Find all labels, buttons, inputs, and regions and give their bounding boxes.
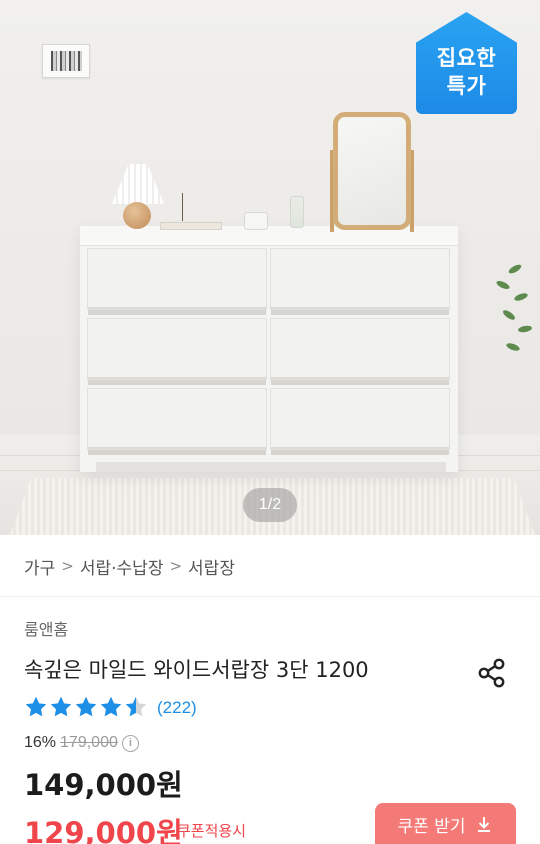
info-icon[interactable]: i bbox=[121, 734, 139, 752]
breadcrumb-item-furniture[interactable]: 가구 bbox=[24, 554, 55, 579]
divider bbox=[0, 596, 540, 597]
lamp bbox=[112, 164, 164, 204]
badge-line-1: 집요한 bbox=[436, 46, 497, 70]
discount-row: 16% 179,000 i bbox=[24, 732, 139, 754]
image-counter: 1/2 bbox=[243, 488, 297, 522]
badge-line-2: 특가 bbox=[446, 74, 487, 98]
wall-frame bbox=[42, 44, 90, 78]
star-icon bbox=[75, 696, 97, 717]
coupon-button-label: 쿠폰 받기 bbox=[397, 816, 466, 837]
rating-stars bbox=[24, 695, 149, 721]
star-icon bbox=[50, 696, 72, 717]
coupon-download-button[interactable]: 쿠폰 받기 bbox=[375, 803, 516, 844]
chevron-right-icon: > bbox=[169, 557, 183, 575]
rating[interactable]: (222) bbox=[24, 694, 197, 722]
star-icon bbox=[125, 696, 147, 717]
product-title: 속깊은 마일드 와이드서랍장 3단 1200 bbox=[24, 658, 369, 682]
plant bbox=[478, 260, 540, 380]
original-price: 179,000 bbox=[60, 734, 118, 751]
star-icon bbox=[25, 696, 47, 717]
chevron-right-icon: > bbox=[61, 557, 74, 575]
special-deal-badge: 집요한 특가 bbox=[416, 12, 517, 114]
share-icon[interactable] bbox=[474, 655, 510, 691]
discount-rate: 16% bbox=[24, 734, 57, 751]
review-count[interactable]: (222) bbox=[157, 698, 197, 718]
sale-price: 149,000원 bbox=[24, 768, 183, 802]
coupon-price: 129,000원 bbox=[24, 816, 183, 844]
download-icon bbox=[478, 817, 491, 832]
coupon-note: 쿠폰적용시 bbox=[177, 822, 247, 840]
brand-name[interactable]: 룸앤홈 bbox=[24, 616, 68, 640]
product-image[interactable]: 집요한 특가 1/2 bbox=[0, 0, 540, 535]
star-icon bbox=[100, 696, 122, 717]
mirror bbox=[333, 112, 411, 230]
breadcrumb-item-drawer-storage[interactable]: 서랍·수납장 bbox=[80, 554, 164, 579]
breadcrumb-item-dresser[interactable]: 서랍장 bbox=[188, 554, 235, 579]
breadcrumb: 가구 > 서랍·수납장 > 서랍장 bbox=[24, 553, 235, 579]
